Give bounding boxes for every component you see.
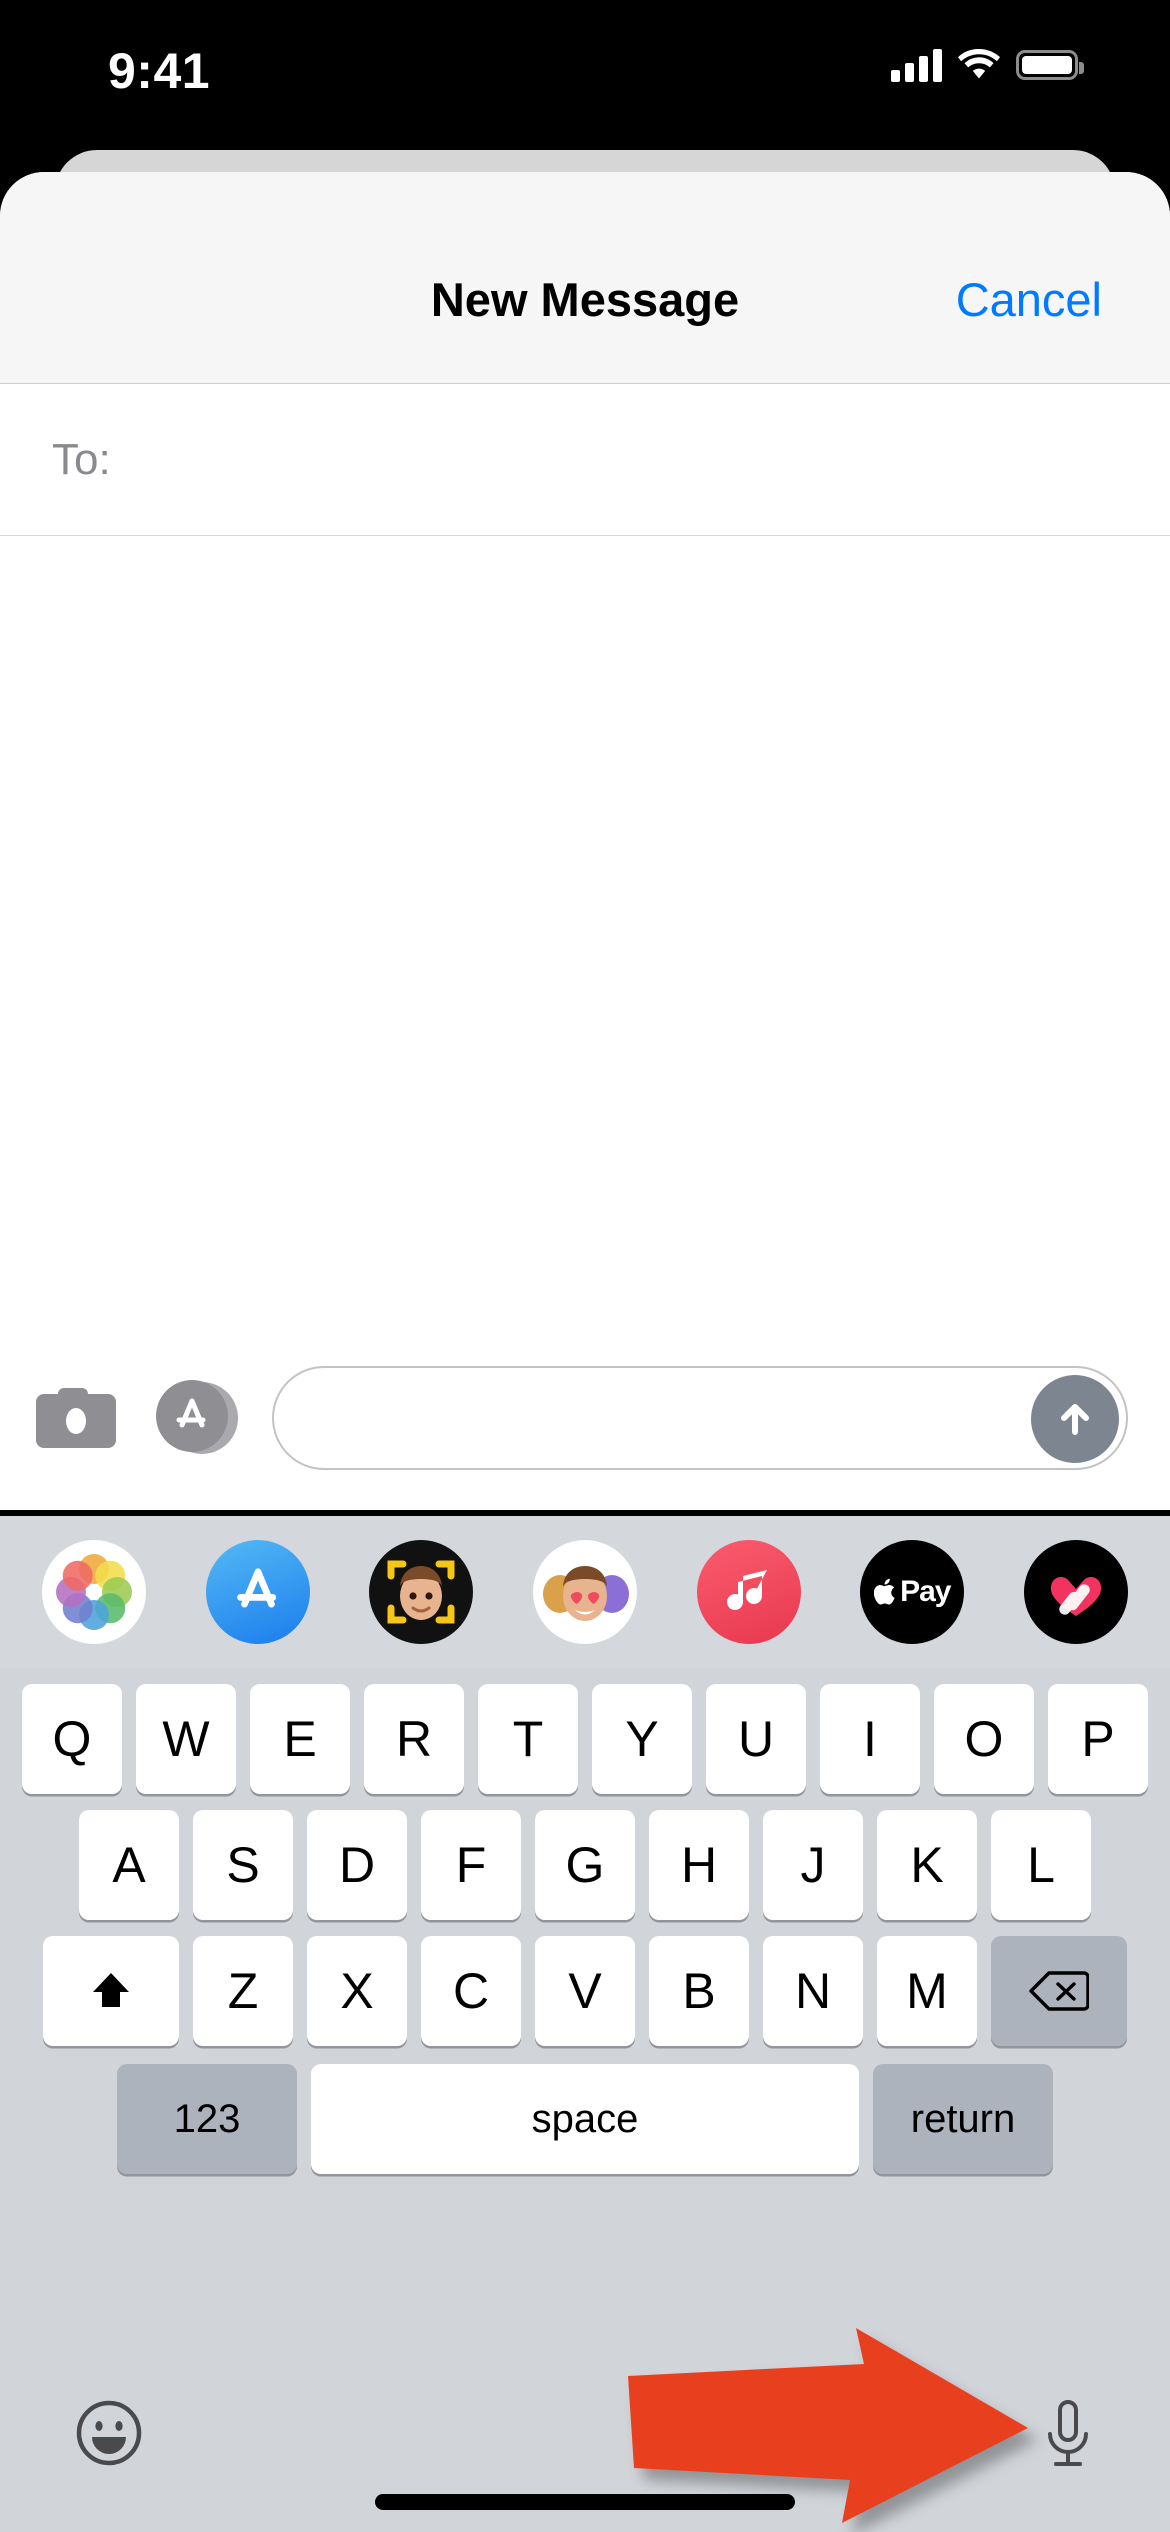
key-K[interactable]: K — [877, 1810, 977, 1920]
key-S[interactable]: S — [193, 1810, 293, 1920]
return-key[interactable]: return — [873, 2064, 1053, 2174]
key-J[interactable]: J — [763, 1810, 863, 1920]
key-A[interactable]: A — [79, 1810, 179, 1920]
key-F[interactable]: F — [421, 1810, 521, 1920]
iphone-screen: 9:41 New Message Cancel To: Pay Q W E R … — [0, 0, 1170, 2532]
key-Z[interactable]: Z — [193, 1936, 293, 2046]
status-bar-time: 9:41 — [108, 43, 211, 99]
key-G[interactable]: G — [535, 1810, 635, 1920]
message-input-toolbar — [0, 1325, 1170, 1510]
key-B[interactable]: B — [649, 1936, 749, 2046]
key-P[interactable]: P — [1048, 1684, 1148, 1794]
cellular-signal-icon — [891, 48, 942, 82]
memoji-stickers-icon[interactable] — [532, 1540, 637, 1644]
key-E[interactable]: E — [250, 1684, 350, 1794]
keyboard-row-3: ZXCVBNM — [0, 1920, 1170, 2046]
send-arrow-up-icon[interactable] — [1031, 1374, 1119, 1463]
apple-music-icon[interactable] — [696, 1540, 801, 1644]
key-R[interactable]: R — [364, 1684, 464, 1794]
key-C[interactable]: C — [421, 1936, 521, 2046]
photos-icon[interactable] — [42, 1540, 146, 1644]
app-store-icon[interactable] — [156, 1379, 238, 1456]
recipient-label: To: — [52, 434, 111, 484]
message-input-field[interactable] — [272, 1365, 1128, 1470]
key-V[interactable]: V — [535, 1936, 635, 2046]
numbers-key[interactable]: 123 — [117, 2064, 297, 2174]
cancel-button[interactable]: Cancel — [956, 272, 1102, 327]
digital-touch-heart-icon[interactable] — [1023, 1540, 1128, 1644]
red-pointer-arrow-icon — [628, 2328, 1028, 2523]
new-message-sheet: New Message Cancel To: — [0, 172, 1170, 1510]
navigation-bar: New Message Cancel — [0, 172, 1170, 384]
key-O[interactable]: O — [934, 1684, 1034, 1794]
battery-full-icon — [1016, 50, 1084, 80]
camera-icon[interactable] — [36, 1387, 116, 1448]
apple-pay-label: Pay — [874, 1575, 951, 1609]
key-T[interactable]: T — [478, 1684, 578, 1794]
wifi-icon — [958, 49, 1000, 79]
message-conversation-area — [0, 536, 1170, 1366]
app-store-icon[interactable] — [205, 1540, 310, 1644]
key-D[interactable]: D — [307, 1810, 407, 1920]
status-bar: 9:41 — [0, 0, 1170, 150]
pay-text: Pay — [900, 1575, 951, 1608]
key-X[interactable]: X — [307, 1936, 407, 2046]
keyboard-row-2: ASDFGHJKL — [0, 1794, 1170, 1920]
memoji-camera-icon[interactable] — [369, 1540, 474, 1644]
key-Y[interactable]: Y — [592, 1684, 692, 1794]
space-key[interactable]: space — [311, 2064, 859, 2174]
keyboard-row-1: QWERTYUIOP — [0, 1668, 1170, 1794]
key-Q[interactable]: Q — [22, 1684, 122, 1794]
key-L[interactable]: L — [991, 1810, 1091, 1920]
imessage-app-drawer: Pay — [0, 1516, 1170, 1668]
key-N[interactable]: N — [763, 1936, 863, 2046]
apple-logo-icon — [874, 1578, 895, 1605]
apple-pay-icon[interactable]: Pay — [860, 1540, 965, 1644]
keyboard-row-4: 123 space return — [0, 2046, 1170, 2174]
backspace-delete-icon[interactable] — [991, 1936, 1127, 2046]
key-W[interactable]: W — [136, 1684, 236, 1794]
key-M[interactable]: M — [877, 1936, 977, 2046]
shift-arrow-up-icon[interactable] — [43, 1936, 179, 2046]
status-bar-indicators — [891, 48, 1084, 82]
key-H[interactable]: H — [649, 1810, 749, 1920]
microphone-icon[interactable] — [1038, 2396, 1098, 2476]
recipient-field-row[interactable]: To: — [0, 384, 1170, 536]
key-I[interactable]: I — [820, 1684, 920, 1794]
key-U[interactable]: U — [706, 1684, 806, 1794]
emoji-smiley-icon[interactable] — [72, 2396, 146, 2470]
